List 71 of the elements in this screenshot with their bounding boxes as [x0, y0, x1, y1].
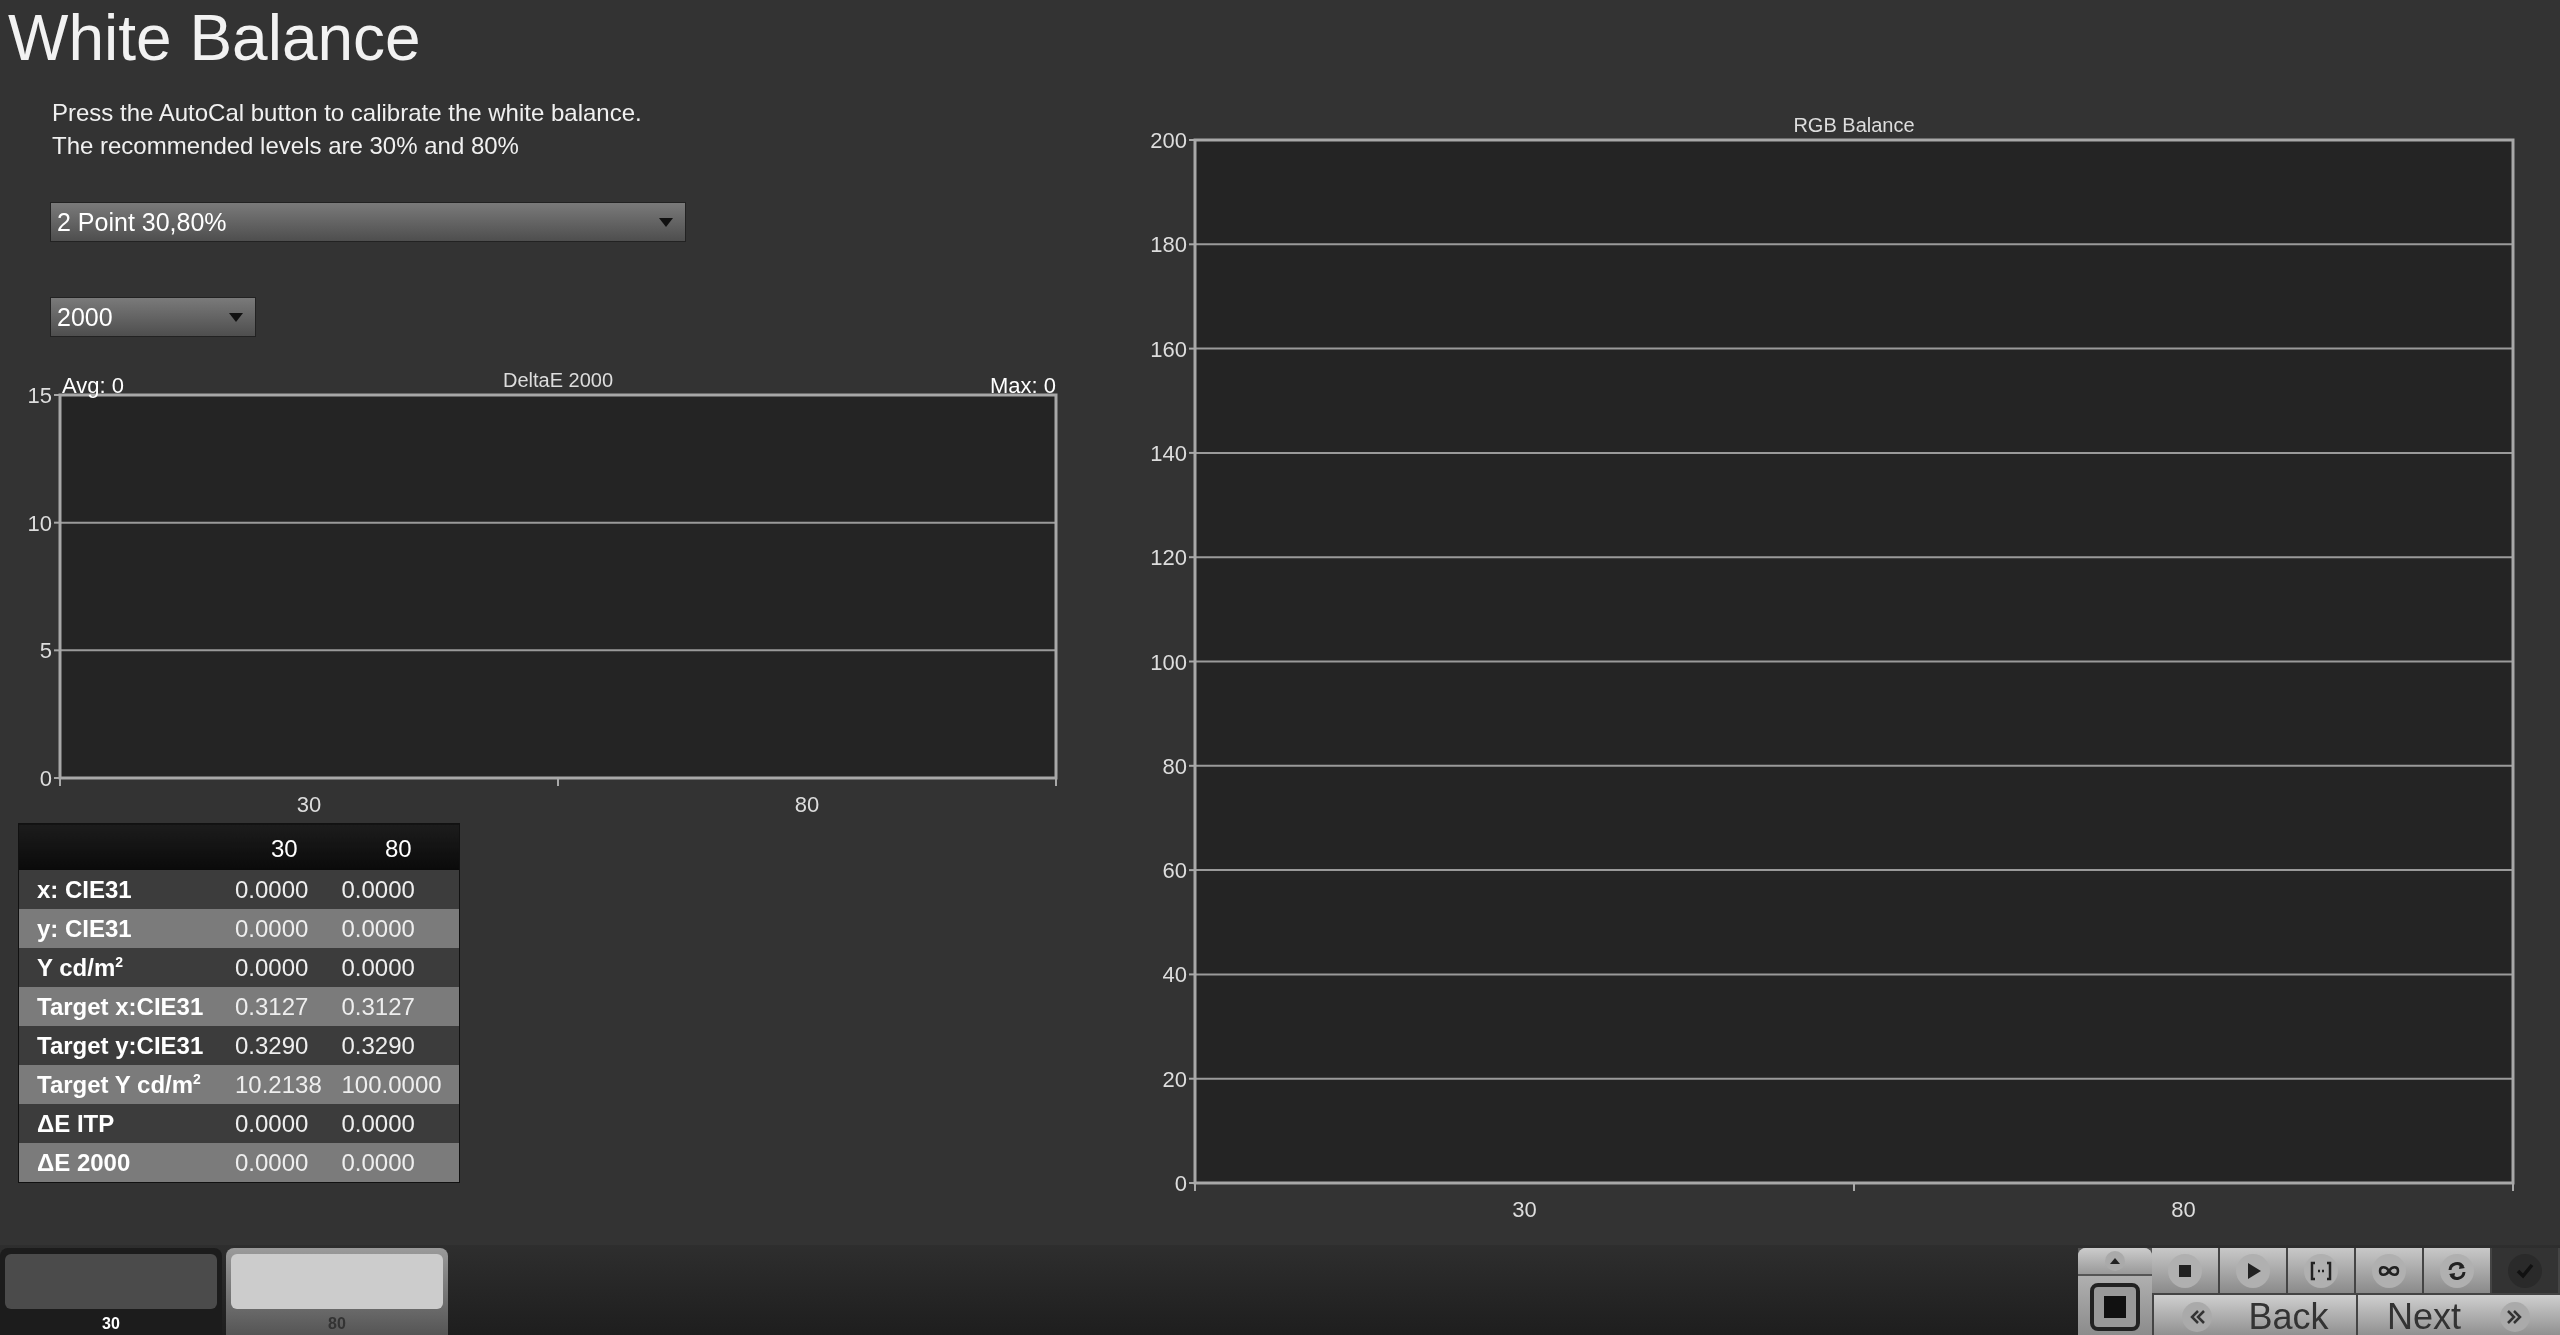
toolbar-button[interactable]: [2356, 1248, 2424, 1293]
y-tick-label: 80: [1162, 753, 1187, 779]
row-label: Y cd/m$^{2}$: [18, 948, 231, 987]
stop-icon: [2090, 1283, 2140, 1331]
y-tick-label: 140: [1150, 440, 1187, 466]
row-label: ΔE 2000: [18, 1143, 231, 1183]
y-tick-label: 160: [1150, 336, 1187, 362]
table-cell: 0.0000: [337, 948, 460, 987]
infinity-icon: [2371, 1252, 2407, 1289]
stop-icon: [2167, 1252, 2203, 1289]
y-tick-label: 40: [1162, 962, 1187, 988]
x-tick-label: 80: [794, 792, 820, 817]
y-tick-label: 15: [27, 383, 52, 408]
y-tick-label: 5: [39, 638, 52, 664]
y-tick-label: 200: [1150, 128, 1187, 153]
y-tick-label: 10: [27, 510, 52, 536]
row-label: y: CIE31: [18, 909, 231, 948]
x-tick-label: 80: [2171, 1197, 2196, 1220]
toolbar-button[interactable]: [2152, 1248, 2220, 1293]
toolbar-button[interactable]: [2424, 1248, 2492, 1293]
table-cell: 0.3127: [231, 987, 338, 1026]
column-header: 30: [231, 823, 338, 870]
table-cell: 0.0000: [337, 1104, 460, 1143]
chart-title: DeltaE 2000: [502, 369, 614, 391]
x-tick-label: 30: [296, 792, 322, 817]
y-tick-label: 0: [1174, 1171, 1187, 1196]
table-cell: 100.0000: [337, 1065, 460, 1104]
play-icon: [2235, 1252, 2271, 1289]
collapse-button[interactable]: [2078, 1248, 2152, 1276]
row-label: Target Y cd/m$^{2}$: [18, 1065, 231, 1104]
bracket-icon: [2303, 1252, 2339, 1289]
check-icon: [2507, 1252, 2543, 1289]
y-tick-label: 180: [1150, 232, 1187, 258]
y-tick-label: 20: [1162, 1066, 1187, 1092]
table-cell: 0.0000: [231, 1104, 338, 1143]
chart-title: RGB Balance: [1793, 114, 1915, 136]
row-label: ΔE ITP: [18, 1104, 231, 1143]
table-cell: 0.0000: [337, 1143, 460, 1183]
dropdown[interactable]: 2000: [50, 297, 256, 337]
x-tick-label: 30: [1512, 1197, 1537, 1220]
instruction-text: The recommended levels are 30% and 80%: [52, 131, 519, 161]
maximum-label: Max: 0: [989, 373, 1056, 398]
y-tick-label: 120: [1150, 545, 1187, 571]
average-label: Avg: 0: [62, 373, 124, 398]
toolbar-button[interactable]: [2288, 1248, 2356, 1293]
table-cell: 10.2138: [231, 1065, 338, 1104]
refresh-icon: [2439, 1252, 2475, 1289]
next-button[interactable]: Next: [2356, 1293, 2560, 1335]
table-cell: 0.3290: [231, 1026, 338, 1065]
table-cell: 0.0000: [231, 1143, 338, 1183]
y-tick-label: 100: [1150, 649, 1187, 675]
row-label: Target x:CIE31: [18, 987, 231, 1026]
column-header: 80: [337, 823, 460, 870]
table-cell: 0.0000: [337, 909, 460, 948]
row-label: x: CIE31: [18, 870, 231, 909]
dropdown[interactable]: 2 Point 30,80%: [50, 202, 686, 242]
toolbar-button[interactable]: [2220, 1248, 2288, 1293]
caret-icon: [229, 312, 243, 322]
row-label: Target y:CIE31: [18, 1026, 231, 1065]
table-cell: 0.3127: [337, 987, 460, 1026]
table-cell: 0.0000: [231, 909, 338, 948]
y-tick-label: 0: [39, 766, 52, 791]
page-title: White Balance: [7, 1, 422, 76]
table-cell: 0.0000: [231, 948, 338, 987]
table-cell: 0.3290: [337, 1026, 460, 1065]
table-cell: 0.0000: [231, 870, 338, 909]
caret-icon: [659, 217, 673, 227]
y-tick-label: 60: [1162, 858, 1187, 884]
table-cell: 0.0000: [337, 870, 460, 909]
instruction-text: Press the AutoCal button to calibrate the white balance.: [52, 98, 642, 128]
back-button[interactable]: Back: [2152, 1293, 2356, 1335]
